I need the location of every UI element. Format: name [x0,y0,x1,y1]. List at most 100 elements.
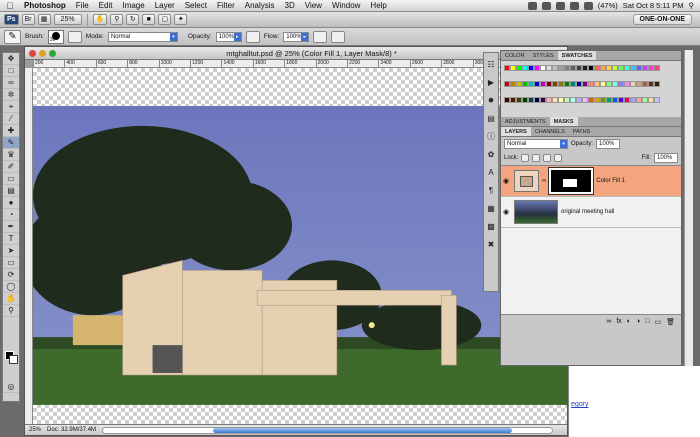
pressure-size-icon[interactable] [331,30,346,43]
layer-mask-thumbnail[interactable] [548,167,595,195]
visibility-eye-icon[interactable]: ◉ [501,177,511,185]
clone-stamp-tool-icon[interactable]: ♛ [3,149,19,161]
ps-logo-icon[interactable]: Ps [4,14,19,25]
link-layers-icon[interactable]: ∞ [606,318,611,326]
shape-tool-icon[interactable]: ▭ [3,257,19,269]
menu-select[interactable]: Select [180,0,212,12]
brush-tool-preset-icon[interactable]: ✎ [4,29,21,44]
tab-masks[interactable]: MASKS [549,117,578,126]
brushes-panel-icon[interactable]: ✿ [484,149,498,161]
new-adjustment-icon[interactable]: ◑ [636,318,640,326]
tab-channels[interactable]: CHANNELS [531,127,569,136]
status-doc-info[interactable]: Doc: 32.9M/37.4M [47,427,96,433]
background-color-swatch[interactable] [9,355,18,364]
tab-color[interactable]: COLOR [501,51,529,60]
zoom-level-dropdown[interactable]: 25% [53,14,82,25]
layer-row[interactable]: ◉ original meeting hall [501,197,681,228]
menu-3d[interactable]: 3D [280,0,300,12]
type-tool-icon[interactable]: T [3,233,19,245]
move-tool-icon[interactable]: ✥ [3,53,19,65]
quick-select-tool-icon[interactable]: ✲ [3,89,19,101]
spotlight-icon[interactable]: ⚲ [689,1,695,10]
close-icon[interactable] [29,49,36,57]
3d-orbit-tool-icon[interactable]: ◯ [3,281,19,293]
view-extras-icon[interactable]: ▦ [37,14,51,25]
chain-link-icon[interactable]: ∞ [542,178,546,184]
clock[interactable]: Sat Oct 8 5:11 PM [623,1,684,10]
lasso-tool-icon[interactable]: ∞ [3,77,19,89]
brush-picker[interactable]: 30 [47,29,64,44]
apple-menu-icon[interactable]:  [5,1,15,11]
menu-edit[interactable]: Edit [94,0,118,12]
dodge-tool-icon[interactable]: ◔ [3,209,19,221]
launch-bridge-icon[interactable]: Br [21,14,35,25]
lock-all-icon[interactable] [554,154,563,162]
color-swatch[interactable] [654,81,660,87]
menu-app-name[interactable]: Photoshop [19,0,71,12]
blur-tool-icon[interactable]: ● [3,197,19,209]
trash-icon[interactable]: 🗑 [666,318,675,326]
tab-styles[interactable]: STYLES [529,51,558,60]
bluetooth-icon[interactable] [527,1,537,10]
zoom-tool-icon[interactable]: ⚲ [110,14,124,25]
new-group-icon[interactable]: □ [645,318,649,326]
brush-tool-icon[interactable]: ✎ [3,137,19,149]
menu-help[interactable]: Help [365,0,391,12]
menu-analysis[interactable]: Analysis [240,0,280,12]
extras-icon[interactable]: ✦ [174,14,188,25]
crop-tool-icon[interactable]: ⌖ [3,101,19,113]
3d-rotate-tool-icon[interactable]: ⟳ [3,269,19,281]
histogram-panel-icon[interactable]: ▤ [484,113,498,125]
layer-opacity-field[interactable]: 100% [596,139,621,149]
opacity-field[interactable]: 100% ▸ [215,31,242,42]
eyedropper-tool-icon[interactable]: ⁄ [3,113,19,125]
time-machine-icon[interactable] [541,1,551,10]
layer-style-icon[interactable]: fx [616,318,621,326]
add-mask-icon[interactable]: ◐ [627,318,631,326]
pen-tool-icon[interactable]: ✒ [3,221,19,233]
category-link[interactable]: egory [571,401,589,408]
minimize-icon[interactable] [39,49,46,57]
menu-view[interactable]: View [300,0,327,12]
quick-mask-icon[interactable]: ◎ [3,381,19,393]
mode-select[interactable]: Normal ▾ [107,31,178,42]
visibility-eye-icon[interactable]: ◉ [501,208,511,216]
navigator-panel-icon[interactable]: ✸ [484,95,498,107]
layer-name[interactable]: original meeting hall [561,209,614,215]
airbrush-icon[interactable] [313,30,328,43]
path-select-tool-icon[interactable]: ➤ [3,245,19,257]
rotate-view-icon[interactable]: ↻ [126,14,140,25]
new-layer-icon[interactable]: ▭ [654,318,661,326]
color-swatch[interactable] [654,97,660,103]
menu-filter[interactable]: Filter [212,0,240,12]
layer-name[interactable]: Color Fill 1 [596,178,625,184]
fill-field[interactable]: 100% [654,153,678,163]
lock-image-icon[interactable] [532,154,541,162]
layer-row[interactable]: ◉ ∞ Color Fill 1 [501,166,681,197]
flow-field[interactable]: 100% ▸ [283,31,310,42]
color-swatch[interactable] [654,65,660,71]
actions-panel-icon[interactable]: ▶ [484,77,498,89]
fill-layer-thumbnail[interactable] [514,170,539,192]
tool-presets-icon[interactable]: ▦ [484,203,498,215]
tab-paths[interactable]: PATHS [569,127,595,136]
menu-image[interactable]: Image [117,0,149,12]
pressure-opacity-icon[interactable] [245,30,260,43]
menu-file[interactable]: File [71,0,94,12]
clone-source-icon[interactable]: ▩ [484,221,498,233]
brush-panel-toggle-icon[interactable] [67,30,82,43]
zoom-icon[interactable] [49,49,56,57]
zoom-tool-icon[interactable]: ⚲ [3,305,19,317]
tab-swatches[interactable]: SWATCHES [557,51,597,60]
hand-tool-icon[interactable]: ✋ [3,293,19,305]
arrange-documents-icon[interactable]: ■ [142,14,156,25]
hand-tool-icon[interactable]: ✋ [92,14,108,25]
workspace-switcher[interactable]: ONE-ON-ONE [632,14,692,25]
tab-adjustments[interactable]: ADJUSTMENTS [501,117,550,126]
vertical-ruler[interactable] [25,68,33,424]
menu-layer[interactable]: Layer [150,0,180,12]
spot-healing-tool-icon[interactable]: ✚ [3,125,19,137]
gradient-tool-icon[interactable]: ▤ [3,185,19,197]
blend-mode-select[interactable]: Normal ▾ [504,139,568,149]
lock-transparent-icon[interactable] [521,154,530,162]
